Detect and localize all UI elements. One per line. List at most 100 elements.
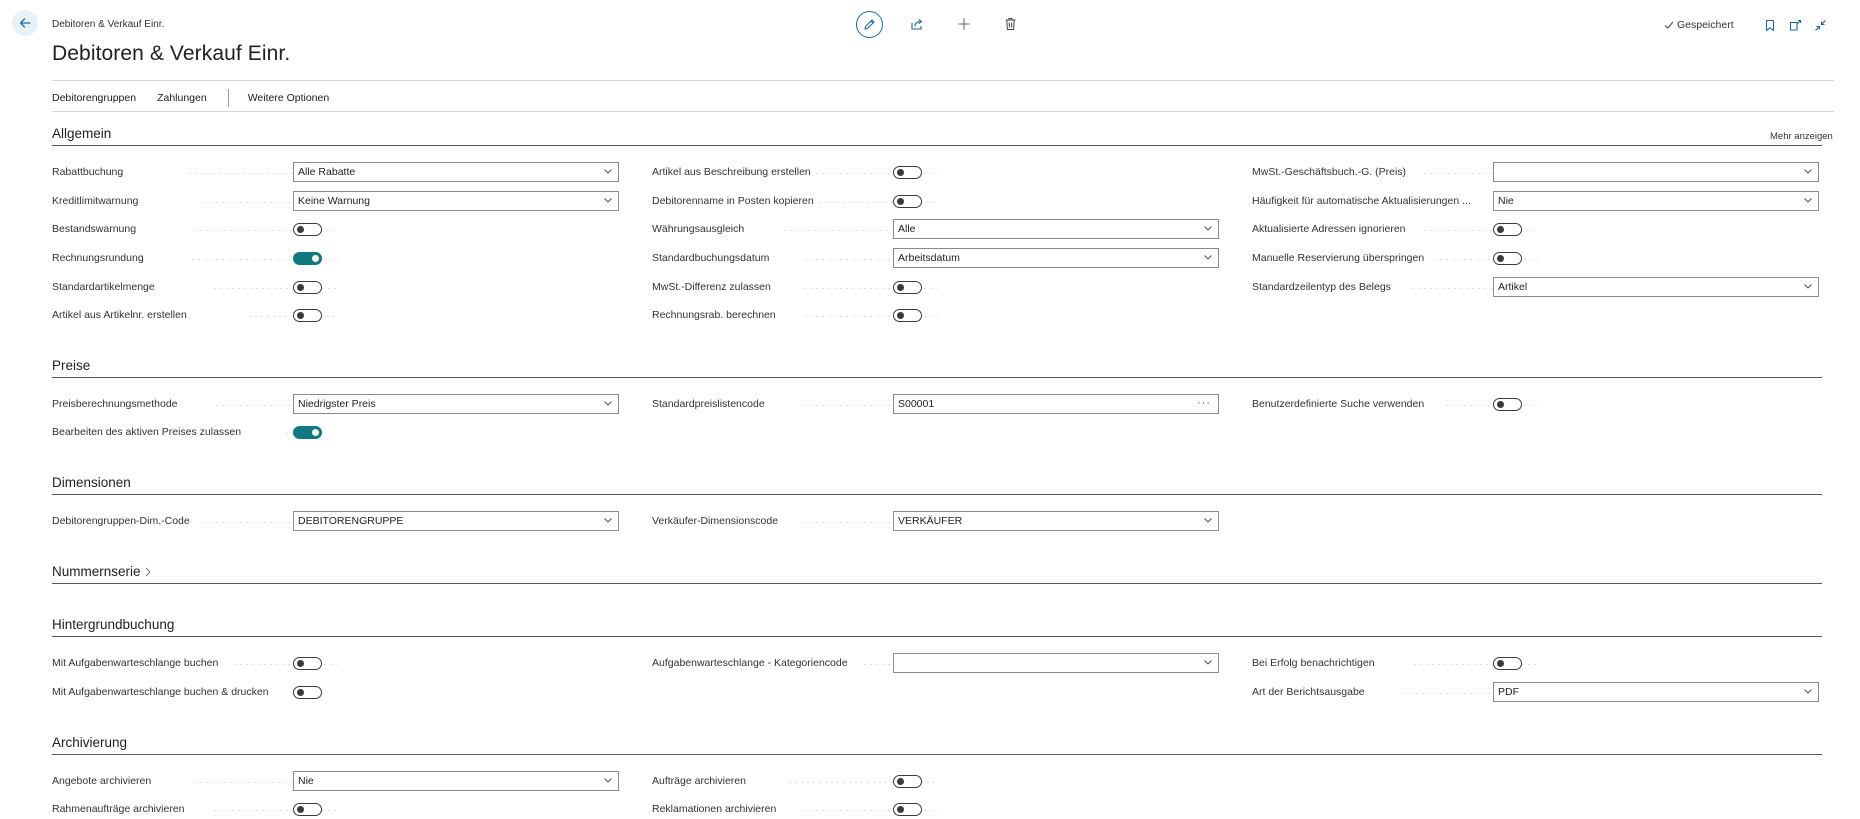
select-value: Alle [898,223,916,235]
field-default-posting-date: Standardbuchungsdatum Arbeitsdatum [652,248,1222,268]
invoice-rounding-toggle[interactable] [293,252,322,265]
price-calc-method-select[interactable]: Niedrigster Preis [293,394,619,414]
share-button[interactable] [893,17,940,31]
field-label: Verkäufer-Dimensionscode [652,515,779,527]
chevron-down-icon [604,169,612,174]
select-value: Keine Warnung [298,195,370,207]
edit-button[interactable] [855,10,883,38]
customer-group-dim-code-select[interactable]: DEBITORENGRUPPE [293,511,619,531]
field-use-customized-lookup: Benutzerdefinierte Suche verwenden [1252,394,1822,414]
delete-button[interactable] [987,17,1034,31]
field-discount-posting: Rabattbuchung Alle Rabatte [52,162,622,182]
ignore-updated-addresses-toggle[interactable] [1493,223,1522,236]
use-customized-lookup-toggle[interactable] [1493,398,1522,411]
section-prices-title[interactable]: Preise [52,358,90,373]
field-label: Standardzeilentyp des Belegs [1252,281,1391,293]
section-dimensions-title[interactable]: Dimensionen [52,475,131,490]
archive-quotes-select[interactable]: Nie [293,771,619,791]
default-item-qty-toggle[interactable] [293,281,322,294]
field-label: Artikel aus Beschreibung erstellen [652,166,811,178]
report-output-type-select[interactable]: PDF [1493,682,1819,702]
salesperson-dim-code-select[interactable]: VERKÄUFER [893,511,1219,531]
skip-manual-reservation-toggle[interactable] [1493,252,1522,265]
open-new-window-button[interactable] [1787,17,1803,33]
field-label: Mit Aufgabenwarteschlange buchen [52,657,219,669]
select-value: Alle Rabatte [298,166,356,178]
plus-icon [958,18,969,30]
saved-status: Gespeichert [1664,19,1734,31]
chevron-down-icon [1204,226,1212,231]
job-queue-category-code-select[interactable] [893,653,1219,673]
field-label: MwSt.-Differenz zulassen [652,281,771,293]
section-background-posting-title[interactable]: Hintergrundbuchung [52,617,174,632]
chevron-down-icon [1204,660,1212,665]
post-with-job-queue-toggle[interactable] [293,657,322,670]
field-label: Häufigkeit für automatische Aktualisieru… [1252,195,1471,207]
allow-editing-active-price-toggle[interactable] [293,426,322,439]
field-label: Angebote archivieren [52,775,152,787]
create-item-from-desc-toggle[interactable] [893,166,922,179]
field-label: Debitorenname in Posten kopieren [652,195,814,207]
notify-on-success-toggle[interactable] [1493,657,1522,670]
default-price-list-code-input[interactable]: S00001 ··· [893,394,1219,414]
bookmark-button[interactable] [1762,17,1778,33]
action-payments[interactable]: Zahlungen [157,92,207,104]
archive-orders-toggle[interactable] [893,775,922,788]
field-auto-update-frequency: Häufigkeit für automatische Aktualisieru… [1252,191,1822,211]
create-item-from-no-toggle[interactable] [293,309,322,322]
field-notify-on-success: Bei Erfolg benachrichtigen [1252,653,1822,673]
section-background-posting-divider [52,636,1822,637]
trash-icon [1005,18,1016,30]
default-posting-date-select[interactable]: Arbeitsdatum [893,248,1219,268]
action-bar-separator [227,89,229,107]
discount-posting-select[interactable]: Alle Rabatte [293,162,619,182]
header-divider [52,80,1834,81]
field-appln-between-currencies: Währungsausgleich Alle [652,219,1222,239]
field-label: Standardartikelmenge [52,281,155,293]
section-archiving-title[interactable]: Archivierung [52,735,127,750]
select-value: DEBITORENGRUPPE [298,515,404,527]
field-allow-vat-difference: MwSt.-Differenz zulassen [652,277,1222,297]
field-allow-editing-active-price: Bearbeiten des aktiven Preises zulassen [52,422,622,442]
calc-inv-discount-toggle[interactable] [893,309,922,322]
chevron-down-icon [604,198,612,203]
page-title: Debitoren & Verkauf Einr. [52,42,291,65]
vat-bus-posting-gr-price-select[interactable] [1493,162,1819,182]
ellipsis-icon[interactable]: ··· [1197,394,1211,412]
field-label: Mit Aufgabenwarteschlange buchen & druck… [52,686,269,698]
action-customer-groups[interactable]: Debitorengruppen [52,92,136,104]
share-icon [910,18,922,30]
field-job-queue-category-code: Aufgabenwarteschlange - Kategoriencode [652,653,1222,673]
new-button[interactable] [940,17,987,31]
field-archive-return-orders: Reklamationen archivieren [652,799,1222,819]
field-label: Manuelle Reservierung überspringen [1252,252,1425,264]
back-button[interactable] [12,10,38,36]
auto-update-frequency-select[interactable]: Nie [1493,191,1819,211]
stockout-warning-toggle[interactable] [293,223,322,236]
archive-blanket-orders-toggle[interactable] [293,803,322,816]
chevron-right-icon [145,567,151,576]
appln-between-currencies-select[interactable]: Alle [893,219,1219,239]
credit-warnings-select[interactable]: Keine Warnung [293,191,619,211]
section-number-series-title[interactable]: Nummernserie [52,564,153,579]
field-report-output-type: Art der Berichtsausgabe PDF [1252,682,1822,702]
copy-customer-name-toggle[interactable] [893,195,922,208]
section-general-title[interactable]: Allgemein [52,126,111,141]
post-print-with-job-queue-toggle[interactable] [293,686,322,699]
action-more-options[interactable]: Weitere Optionen [248,92,330,104]
collapse-button[interactable] [1812,17,1828,33]
field-customer-group-dim-code: Debitorengruppen-Dim.-Code DEBITORENGRUP… [52,511,622,531]
chevron-down-icon [1804,284,1812,289]
field-archive-orders: Aufträge archivieren [652,771,1222,791]
select-value: Nie [298,775,314,787]
default-line-type-select[interactable]: Artikel [1493,277,1819,297]
archive-return-orders-toggle[interactable] [893,803,922,816]
allow-vat-difference-toggle[interactable] [893,281,922,294]
show-more-link[interactable]: Mehr anzeigen [1770,131,1833,142]
field-skip-manual-reservation: Manuelle Reservierung überspringen [1252,248,1822,268]
field-label: Kreditlimitwarnung [52,195,139,207]
select-value: Artikel [1498,281,1528,293]
breadcrumb: Debitoren & Verkauf Einr. [52,19,165,30]
chevron-down-icon [1204,255,1212,260]
field-label: Standardbuchungsdatum [652,252,770,264]
